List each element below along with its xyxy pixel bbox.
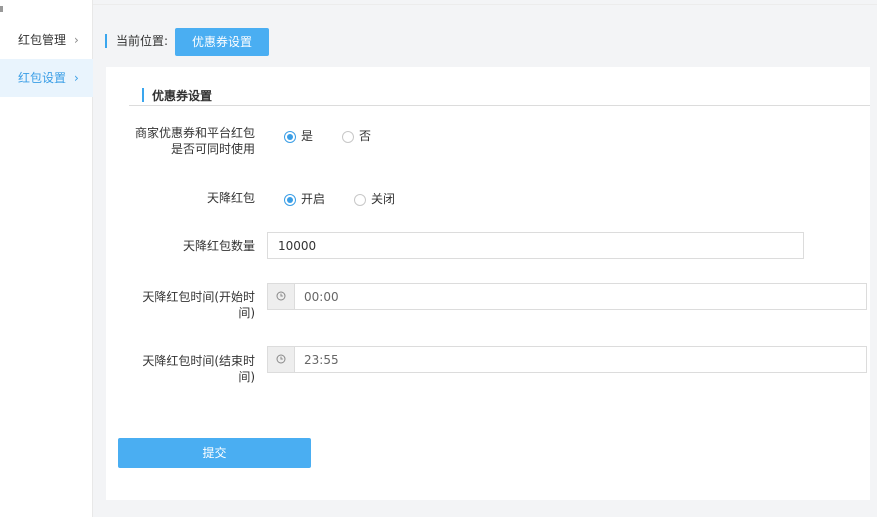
clock-icon: [276, 291, 286, 301]
corner-mark: [0, 6, 3, 12]
sidebar-item-redpacket-manage[interactable]: 红包管理 ›: [0, 21, 93, 59]
end-time-field[interactable]: [267, 346, 867, 373]
breadcrumb-marker: [105, 34, 107, 48]
rain-off-radio[interactable]: [354, 194, 366, 206]
clock-icon: [276, 354, 286, 364]
end-time-label-line1: 天降红包时间(结束时: [142, 354, 255, 368]
rain-off-label[interactable]: 关闭: [371, 192, 395, 206]
chevron-right-icon: ›: [74, 33, 79, 47]
page: 红包管理 › 红包设置 › 当前位置: 优惠券设置 优惠券设置 商家优惠券和平台…: [0, 0, 877, 517]
end-time-label: 天降红包时间(结束时 间): [115, 353, 255, 385]
end-time-addon: [268, 347, 295, 372]
start-time-label: 天降红包时间(开始时 间): [115, 289, 255, 321]
start-time-addon: [268, 284, 295, 309]
coexist-label: 商家优惠券和平台红包 是否可同时使用: [115, 125, 255, 157]
rain-label: 天降红包: [206, 191, 255, 205]
chevron-right-icon: ›: [74, 71, 79, 85]
count-input[interactable]: [267, 232, 804, 259]
count-label: 天降红包数量: [182, 239, 255, 253]
sidebar: 红包管理 › 红包设置 ›: [0, 0, 93, 517]
start-time-label-line1: 天降红包时间(开始时: [142, 290, 255, 304]
submit-button[interactable]: 提交: [118, 438, 311, 468]
sidebar-item-label: 红包设置: [18, 71, 67, 85]
section-divider: [129, 105, 870, 106]
rain-on-label[interactable]: 开启: [301, 192, 325, 206]
start-time-input[interactable]: [295, 284, 865, 309]
breadcrumb-current-button[interactable]: 优惠券设置: [175, 28, 269, 56]
main-content: 当前位置: 优惠券设置 优惠券设置 商家优惠券和平台红包 是否可同时使用 是 否…: [93, 0, 877, 517]
section-title: 优惠券设置: [152, 89, 213, 103]
coexist-label-line2: 是否可同时使用: [170, 142, 255, 156]
coexist-no-label[interactable]: 否: [359, 129, 371, 143]
start-time-label-line2: 间): [238, 306, 255, 320]
rain-on-radio[interactable]: [284, 194, 296, 206]
sidebar-item-redpacket-settings[interactable]: 红包设置 ›: [0, 59, 93, 97]
top-strip: [93, 0, 877, 5]
breadcrumb-label: 当前位置:: [116, 34, 169, 48]
end-time-input[interactable]: [295, 347, 865, 372]
end-time-label-line2: 间): [238, 370, 255, 384]
settings-panel: 优惠券设置 商家优惠券和平台红包 是否可同时使用 是 否 天降红包 开启 关闭 …: [106, 67, 870, 500]
coexist-label-line1: 商家优惠券和平台红包: [134, 126, 255, 140]
section-marker: [142, 88, 144, 102]
coexist-yes-label[interactable]: 是: [301, 129, 313, 143]
coexist-yes-radio[interactable]: [284, 131, 296, 143]
start-time-field[interactable]: [267, 283, 867, 310]
sidebar-item-label: 红包管理: [18, 33, 67, 47]
coexist-no-radio[interactable]: [342, 131, 354, 143]
